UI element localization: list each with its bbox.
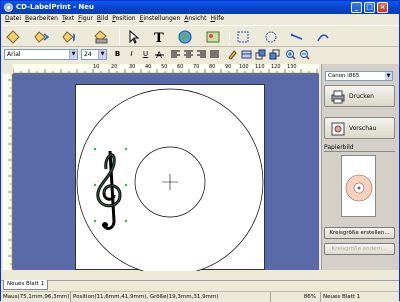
ruler-label: 60 [177, 64, 184, 70]
printer-value: Canon i865 [328, 73, 360, 79]
menu-einstellungen[interactable]: Einstellungen [138, 14, 183, 24]
menu-datei[interactable]: Datei [3, 14, 23, 24]
ruler-label: 20 [111, 64, 118, 70]
print-label-icon[interactable] [93, 29, 109, 45]
cd-app-icon [4, 3, 13, 12]
print-button[interactable]: Drucken [324, 85, 395, 107]
ruler-label: 100 [239, 64, 249, 70]
paper-preview [341, 155, 376, 217]
fill-pattern-icon[interactable] [241, 49, 252, 60]
globe-object-icon[interactable] [177, 29, 193, 45]
font-size-value: 24 [84, 51, 92, 58]
strikeout-button[interactable]: A [154, 49, 165, 61]
vertical-ruler [3, 64, 13, 270]
ruler-label: 130 [287, 64, 297, 70]
ruler-label: 90 [225, 64, 232, 70]
font-name-value: Arial [7, 51, 21, 58]
font-size-select[interactable]: 24 ▼ [81, 49, 107, 60]
printer-icon [331, 90, 345, 104]
menu-figur[interactable]: Figur [76, 14, 95, 24]
app-window: CD-LabelPrint - Neu _ □ × Datei Bearbeit… [0, 0, 400, 302]
preview-button[interactable]: Vorschau [324, 117, 395, 139]
title-bar[interactable]: CD-LabelPrint - Neu _ □ × [1, 1, 399, 14]
ruler-label: 70 [193, 64, 200, 70]
menu-position[interactable]: Position [110, 14, 137, 24]
align-justify-button[interactable] [209, 49, 220, 60]
bold-button[interactable]: B [112, 49, 123, 60]
change-circle-size-button: Kreisgröße ändern... [324, 243, 395, 255]
format-toolbar: Arial ▼ 24 ▼ B I U A [1, 48, 399, 62]
menu-ansicht[interactable]: Ansicht [182, 14, 208, 24]
ruler-corner [3, 64, 13, 74]
label-paper[interactable] [75, 84, 265, 271]
chevron-down-icon[interactable]: ▼ [69, 50, 77, 59]
toolbar-separator [119, 29, 120, 45]
pen-color-icon[interactable] [227, 49, 238, 60]
window-title: CD-LabelPrint - Neu [16, 3, 95, 11]
zoom-in-icon[interactable] [285, 49, 296, 60]
status-bar: Maus(75,1mm,96,3mm) Position(11,6mm,41,9… [1, 291, 399, 302]
font-name-select[interactable]: Arial ▼ [4, 49, 78, 60]
preview-button-label: Vorschau [349, 125, 377, 132]
save-label-icon[interactable] [61, 29, 77, 45]
underline-button[interactable]: U [140, 49, 151, 60]
ellipse-tool-icon[interactable] [263, 29, 279, 45]
main-toolbar: T [1, 25, 399, 47]
ruler-label: 50 [161, 64, 168, 70]
svg-text:T: T [154, 31, 164, 45]
maximize-button[interactable]: □ [364, 2, 375, 13]
close-button[interactable]: × [377, 2, 388, 13]
ruler-label: 30 [129, 64, 136, 70]
menu-bild[interactable]: Bild [95, 14, 110, 24]
sheet-tab-bar: Neues Blatt 1 [1, 280, 399, 290]
image-tool-icon[interactable] [205, 29, 221, 45]
new-label-icon[interactable] [5, 29, 21, 45]
paper-image-title: Papierbild [324, 144, 395, 152]
chevron-down-icon[interactable]: ▼ [98, 50, 106, 59]
ruler-label: 110 [255, 64, 265, 70]
design-canvas[interactable]: 10 20 30 40 50 60 70 80 90 100 110 120 1… [3, 64, 319, 271]
toolbar-separator [229, 29, 230, 45]
line-tool-icon[interactable] [289, 29, 305, 45]
chevron-down-icon[interactable]: ▼ [385, 72, 392, 80]
rectangle-tool-icon[interactable] [235, 29, 251, 45]
align-right-button[interactable] [196, 49, 207, 60]
printer-select[interactable]: Canon i865 ▼ [325, 71, 393, 81]
print-button-label: Drucken [349, 93, 374, 100]
menu-bearbeiten[interactable]: Bearbeiten [23, 14, 60, 24]
minimize-button[interactable]: _ [351, 2, 362, 13]
arc-tool-icon[interactable] [315, 29, 331, 45]
ruler-label: 80 [209, 64, 216, 70]
text-tool-icon[interactable]: T [151, 29, 167, 46]
open-label-icon[interactable] [33, 29, 50, 45]
sheet-tab[interactable]: Neues Blatt 1 [3, 280, 49, 290]
create-circle-size-button[interactable]: Kreisgröße erstellen... [324, 227, 395, 239]
horizontal-ruler: 10 20 30 40 50 60 70 80 90 100 110 120 1… [13, 64, 319, 74]
italic-button[interactable]: I [126, 49, 137, 60]
ruler-label: 40 [145, 64, 152, 70]
ruler-label: 120 [271, 64, 281, 70]
zoom-out-icon[interactable] [299, 49, 310, 60]
preview-icon [331, 122, 345, 136]
menu-bar: Datei Bearbeiten Text Figur Bild Positio… [1, 14, 399, 24]
align-center-button[interactable] [183, 49, 194, 60]
bring-front-icon[interactable] [255, 49, 266, 60]
align-left-button[interactable] [170, 49, 181, 60]
send-back-icon[interactable] [269, 49, 280, 60]
select-arrow-icon[interactable] [125, 29, 141, 45]
menu-text[interactable]: Text [60, 14, 76, 24]
ruler-label: 10 [93, 64, 100, 70]
menu-hilfe[interactable]: Hilfe [208, 14, 226, 24]
